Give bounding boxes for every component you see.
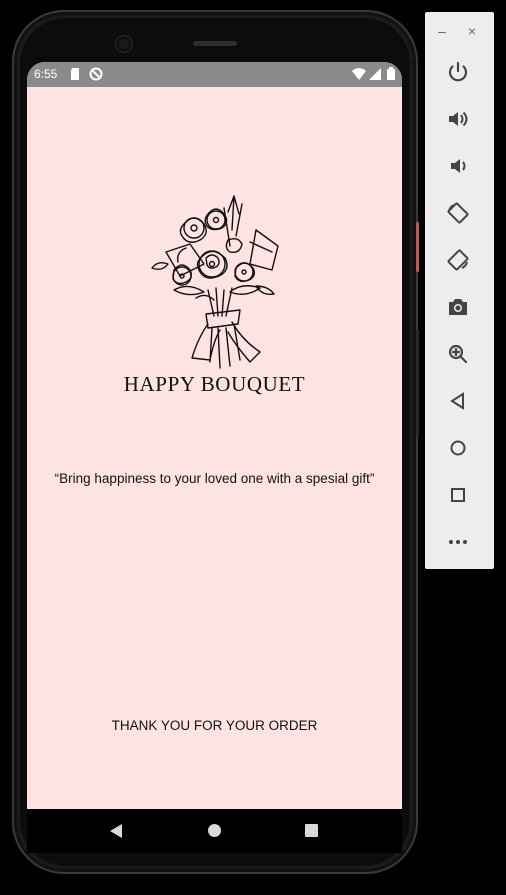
close-button[interactable]: ×: [468, 23, 476, 39]
rotate-right-button[interactable]: [444, 246, 472, 274]
more-dots-icon: [449, 540, 467, 544]
back-button[interactable]: [444, 387, 472, 415]
overview-button[interactable]: [444, 481, 472, 509]
thank-you-message: THANK YOU FOR YOUR ORDER: [111, 718, 318, 733]
camera-icon: [449, 299, 467, 315]
status-bar: 6:55: [27, 62, 402, 87]
overview-square-icon: [451, 488, 465, 502]
back-triangle-icon: [450, 392, 464, 410]
zoom-button[interactable]: [444, 340, 472, 368]
rotate-left-icon: [447, 202, 469, 224]
android-nav-bar: [27, 809, 402, 853]
tagline-text: “Bring happiness to your loved one with …: [54, 471, 375, 486]
home-circle-icon: [450, 440, 466, 456]
more-button[interactable]: [444, 528, 472, 556]
signal-icon: [369, 68, 381, 83]
earpiece-speaker: [193, 41, 237, 46]
emulator-toolbar: – ×: [425, 12, 494, 569]
battery-icon: [387, 67, 395, 83]
minimize-button[interactable]: –: [438, 23, 446, 39]
volume-side-button: [416, 330, 419, 436]
rotate-left-button[interactable]: [444, 199, 472, 227]
sd-card-icon: [70, 68, 80, 83]
volume-up-icon: [449, 111, 468, 127]
rotate-right-icon: [447, 249, 469, 271]
power-button[interactable]: [444, 58, 472, 86]
power-side-button: [416, 222, 419, 272]
app-screen: 6:55 HAPPY BOUQUET “Bring happiness to y…: [27, 62, 402, 809]
emulator-window-controls: – ×: [425, 12, 494, 48]
volume-down-icon: [451, 159, 466, 173]
home-button[interactable]: [444, 434, 472, 462]
wifi-icon: [352, 68, 366, 83]
zoom-in-icon: [448, 344, 468, 364]
screenshot-button[interactable]: [444, 293, 472, 321]
nav-home-icon[interactable]: [208, 824, 221, 837]
data-saver-icon: [89, 67, 103, 84]
nav-back-icon[interactable]: [110, 824, 122, 838]
nav-recents-icon[interactable]: [305, 824, 318, 837]
brand-title: HAPPY BOUQUET: [123, 372, 306, 396]
volume-down-button[interactable]: [444, 152, 472, 180]
power-icon: [448, 61, 468, 82]
status-time: 6:55: [34, 67, 58, 81]
bouquet-logo: [146, 190, 286, 370]
front-camera: [116, 36, 132, 52]
volume-up-button[interactable]: [444, 105, 472, 133]
